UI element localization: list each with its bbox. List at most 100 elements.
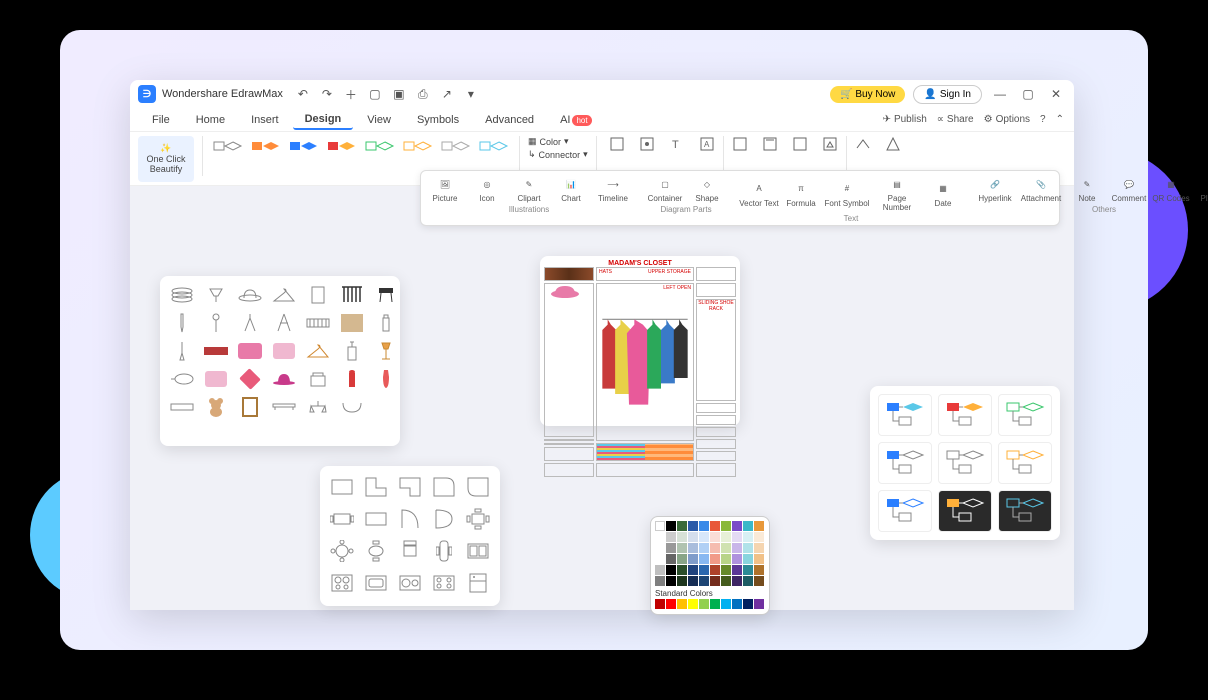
shape-chair[interactable] — [396, 538, 424, 564]
flow-style-8[interactable] — [477, 136, 511, 166]
insert-chart[interactable]: 📊Chart — [551, 175, 591, 203]
flow-style-2[interactable] — [249, 136, 283, 166]
connector-dropdown[interactable]: ↳ Connector ▾ — [528, 149, 588, 160]
color-swatch[interactable] — [743, 554, 753, 564]
minimize-button[interactable]: — — [990, 84, 1010, 104]
color-swatch[interactable] — [666, 576, 676, 586]
color-swatch[interactable] — [688, 532, 698, 542]
symbol-frame[interactable] — [236, 396, 264, 418]
color-swatch[interactable] — [655, 599, 665, 609]
color-swatch[interactable] — [754, 599, 764, 609]
color-swatch[interactable] — [677, 565, 687, 575]
color-swatch[interactable] — [699, 565, 709, 575]
more-button[interactable]: ▾ — [463, 86, 479, 102]
shape-halfcircle[interactable] — [430, 506, 458, 532]
symbol-towels[interactable] — [168, 284, 196, 306]
color-swatch[interactable] — [688, 554, 698, 564]
shape-counter[interactable] — [464, 538, 492, 564]
insert-picture[interactable]: 🖼Picture — [425, 175, 465, 203]
color-swatch[interactable] — [754, 576, 764, 586]
flowstyle-3[interactable] — [998, 394, 1052, 436]
shape-table1[interactable] — [328, 506, 356, 532]
color-swatch[interactable] — [677, 532, 687, 542]
ribbon-tool-10[interactable] — [885, 136, 901, 152]
color-swatch[interactable] — [666, 565, 676, 575]
insert-note[interactable]: ✎Note — [1067, 175, 1107, 203]
insert-attachment[interactable]: 📎Attachment — [1017, 175, 1065, 203]
color-swatch[interactable] — [743, 599, 753, 609]
ribbon-tool-8[interactable] — [822, 136, 838, 152]
color-swatch[interactable] — [677, 554, 687, 564]
ribbon-tool-2[interactable] — [639, 136, 655, 152]
one-click-beautify-button[interactable]: ✨ One Click Beautify — [138, 136, 194, 182]
color-swatch[interactable] — [655, 576, 665, 586]
symbol-bench[interactable] — [270, 396, 298, 418]
symbol-box[interactable] — [338, 312, 366, 334]
symbol-clothes-rack[interactable] — [338, 284, 366, 306]
insert-clipart[interactable]: ✎Clipart — [509, 175, 549, 203]
color-swatch[interactable] — [677, 521, 687, 531]
color-swatch[interactable] — [655, 543, 665, 553]
collapse-ribbon-button[interactable]: ⌃ — [1056, 114, 1064, 125]
shape-curve2[interactable] — [464, 474, 492, 500]
color-swatch[interactable] — [699, 532, 709, 542]
flowstyle-8[interactable] — [938, 490, 992, 532]
sign-in-button[interactable]: 👤 Sign In — [913, 85, 982, 104]
flowstyle-7[interactable] — [878, 490, 932, 532]
redo-button[interactable]: ↷ — [319, 86, 335, 102]
ribbon-tool-1[interactable] — [609, 136, 625, 152]
undo-button[interactable]: ↶ — [295, 86, 311, 102]
color-swatch[interactable] — [754, 554, 764, 564]
color-swatch[interactable] — [666, 543, 676, 553]
flowstyle-6[interactable] — [998, 442, 1052, 484]
color-swatch[interactable] — [754, 543, 764, 553]
insert-qr[interactable]: ▦QR Codes — [1151, 175, 1191, 203]
closet-diagram[interactable]: MADAM'S CLOSET HATSUPPER STORAGE LEFT OP… — [540, 256, 740, 426]
shape-table2[interactable] — [362, 506, 390, 532]
maximize-button[interactable]: ▢ — [1018, 84, 1038, 104]
color-swatch[interactable] — [754, 521, 764, 531]
menu-view[interactable]: View — [355, 111, 403, 129]
symbol-dispenser[interactable] — [338, 340, 366, 362]
symbol-pen1[interactable] — [168, 312, 196, 334]
color-swatch[interactable] — [732, 576, 742, 586]
canvas[interactable]: MADAM'S CLOSET HATSUPPER STORAGE LEFT OP… — [130, 186, 1074, 610]
color-swatch[interactable] — [655, 554, 665, 564]
color-swatch[interactable] — [743, 521, 753, 531]
shape-cooktop[interactable] — [430, 570, 458, 596]
menu-design[interactable]: Design — [293, 110, 354, 130]
color-swatch[interactable] — [710, 521, 720, 531]
flowstyle-5[interactable] — [938, 442, 992, 484]
symbol-drawer-red[interactable] — [202, 340, 230, 362]
insert-timeline[interactable]: ⟶Timeline — [593, 175, 633, 203]
flow-style-6[interactable] — [401, 136, 435, 166]
color-swatch[interactable] — [743, 543, 753, 553]
symbol-compass[interactable] — [236, 312, 264, 334]
shape-stove1[interactable] — [328, 570, 356, 596]
symbol-hydrant[interactable] — [338, 368, 366, 390]
ribbon-tool-3[interactable]: T — [669, 136, 685, 152]
insert-page-number[interactable]: ▤Page Number — [873, 175, 921, 212]
color-swatch[interactable] — [699, 576, 709, 586]
color-swatch[interactable] — [677, 599, 687, 609]
color-swatch[interactable] — [666, 599, 676, 609]
symbol-pillow4[interactable] — [236, 368, 264, 390]
save-button[interactable]: ▣ — [391, 86, 407, 102]
color-swatch[interactable] — [666, 554, 676, 564]
menu-symbols[interactable]: Symbols — [405, 111, 471, 129]
flowstyle-1[interactable] — [878, 394, 932, 436]
insert-hyperlink[interactable]: 🔗Hyperlink — [975, 175, 1015, 203]
ribbon-tool-6[interactable] — [762, 136, 778, 152]
shape-curve1[interactable] — [430, 474, 458, 500]
shape-lshape2[interactable] — [396, 474, 424, 500]
color-swatch[interactable] — [666, 521, 676, 531]
color-swatch[interactable] — [710, 554, 720, 564]
color-swatch[interactable] — [699, 599, 709, 609]
color-swatch[interactable] — [688, 599, 698, 609]
shape-door[interactable] — [396, 506, 424, 532]
menu-insert[interactable]: Insert — [239, 111, 291, 129]
shape-roundtable[interactable] — [328, 538, 356, 564]
publish-button[interactable]: ✈ Publish — [883, 114, 927, 125]
insert-vector-text[interactable]: AVector Text — [739, 175, 779, 212]
insert-shape[interactable]: ◇Shape — [687, 175, 727, 203]
